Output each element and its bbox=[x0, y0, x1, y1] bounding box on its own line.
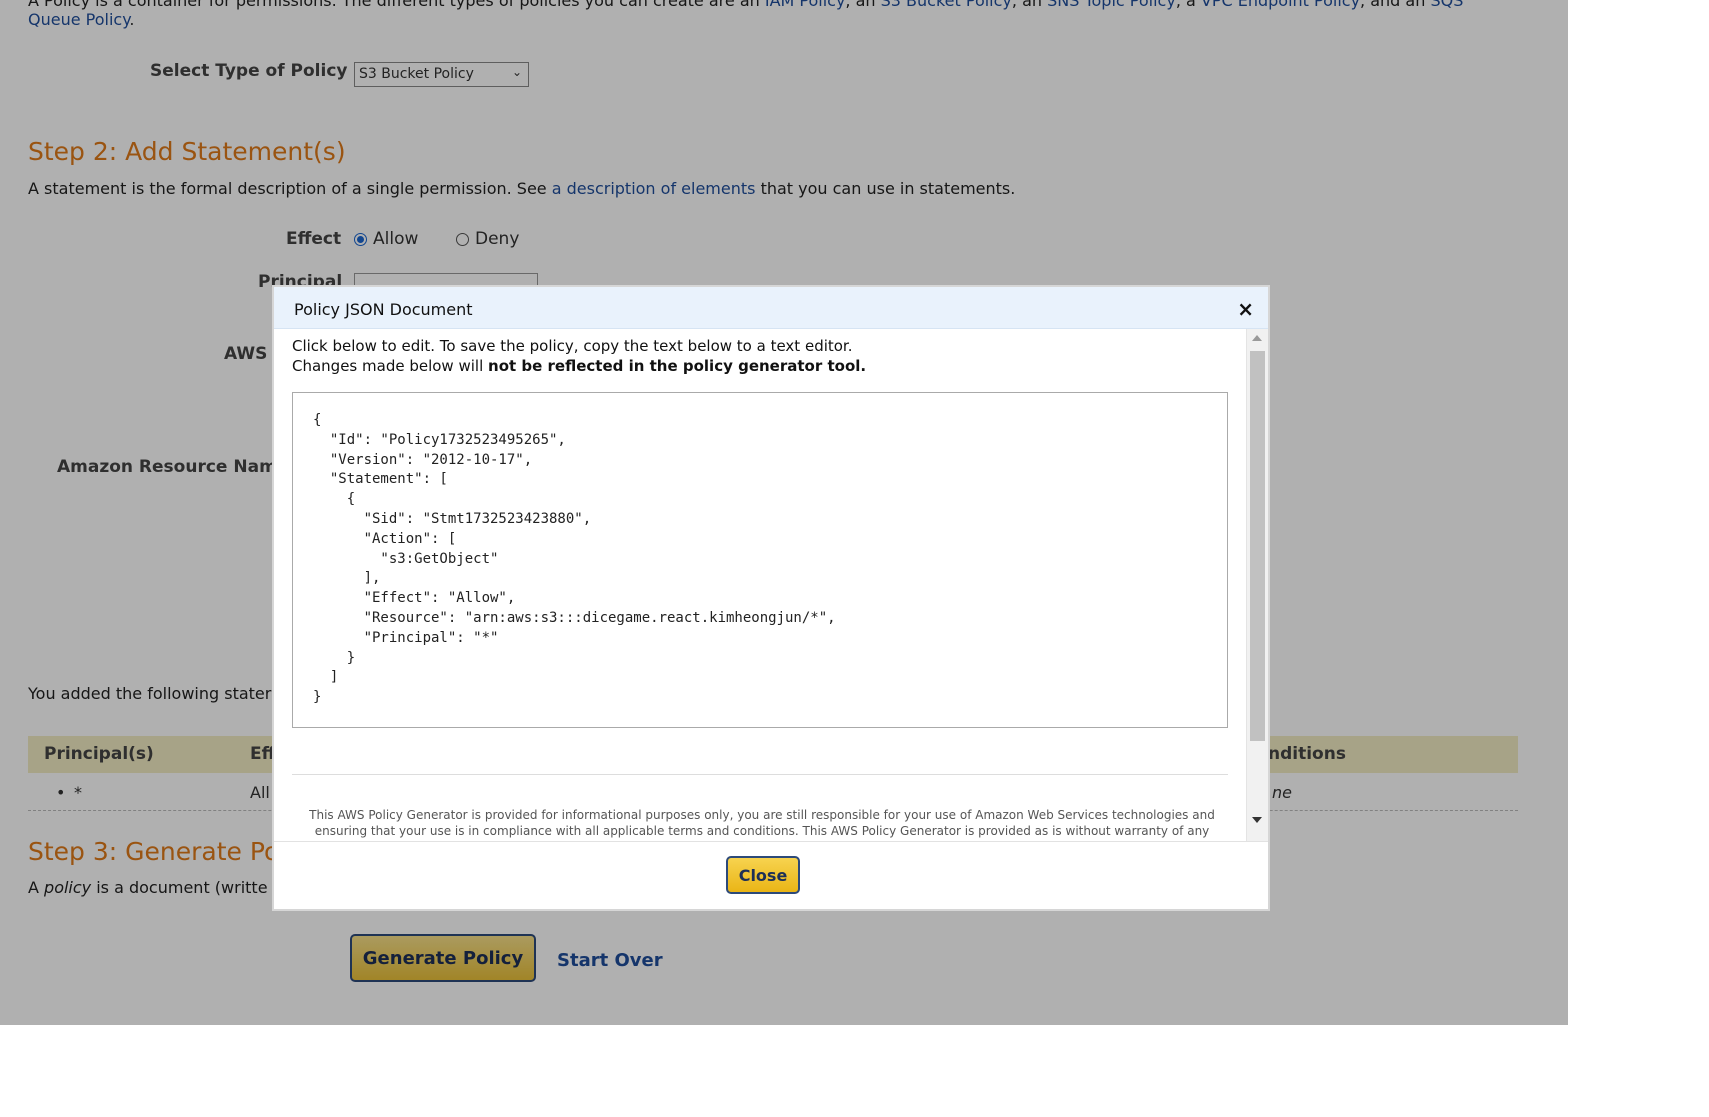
policy-json-editor[interactable]: { "Id": "Policy1732523495265", "Version"… bbox=[292, 392, 1228, 728]
dialog-footer: Close bbox=[274, 841, 1268, 911]
scrollbar-thumb[interactable] bbox=[1250, 351, 1265, 741]
dialog-scrollbar[interactable] bbox=[1246, 329, 1268, 841]
close-button[interactable]: Close bbox=[726, 856, 800, 894]
disclaimer-text: This AWS Policy Generator is provided fo… bbox=[309, 808, 1215, 841]
policy-json-dialog: Policy JSON Document × Click below to ed… bbox=[272, 285, 1270, 911]
dialog-header: Policy JSON Document × bbox=[274, 287, 1268, 329]
dialog-body: Click below to edit. To save the policy,… bbox=[274, 329, 1246, 841]
scroll-down-arrow-icon[interactable] bbox=[1252, 817, 1262, 823]
dialog-title: Policy JSON Document bbox=[294, 300, 473, 319]
changes-warning-bold: not be reflected in the policy generator… bbox=[488, 357, 867, 375]
changes-warning: Changes made below will not be reflected… bbox=[292, 357, 866, 375]
divider bbox=[292, 774, 1228, 775]
changes-warning-prefix: Changes made below will bbox=[292, 357, 489, 375]
edit-instructions: Click below to edit. To save the policy,… bbox=[292, 337, 853, 355]
scroll-up-arrow-icon[interactable] bbox=[1252, 335, 1262, 341]
close-icon[interactable]: × bbox=[1237, 297, 1254, 321]
policy-json-text[interactable]: { "Id": "Policy1732523495265", "Version"… bbox=[313, 411, 836, 708]
